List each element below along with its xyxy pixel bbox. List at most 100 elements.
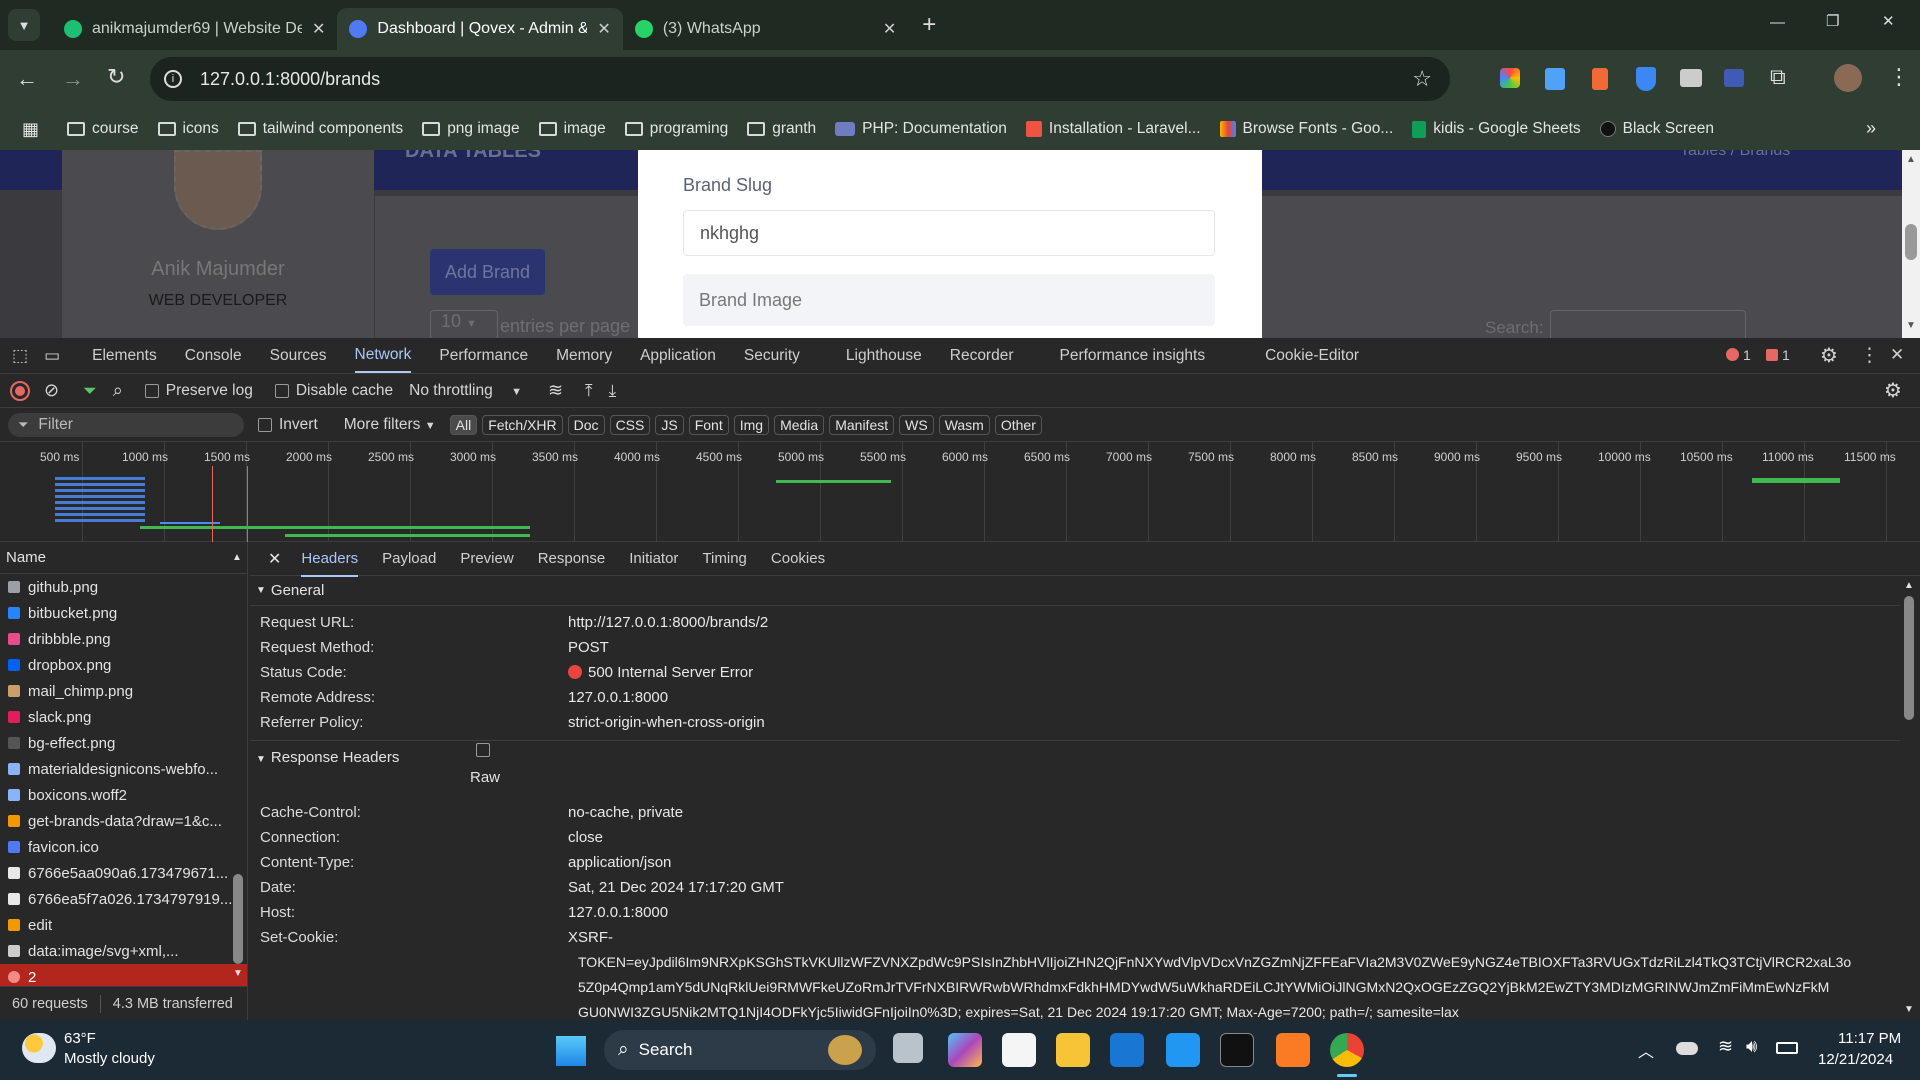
detail-tab-cookies[interactable]: Cookies <box>771 550 825 567</box>
audio-extension-icon[interactable] <box>1592 68 1608 90</box>
bookmark-google-fonts[interactable]: Browse Fonts - Goo... <box>1219 120 1393 138</box>
close-icon[interactable]: ✕ <box>597 19 610 39</box>
clear-icon[interactable]: ⊘ <box>44 380 59 401</box>
search-icon[interactable]: ⌕ <box>113 380 123 401</box>
bookmark-image[interactable]: image <box>538 120 606 138</box>
import-har-icon[interactable]: ⤒ <box>585 381 593 401</box>
tray-chevron-up-icon[interactable]: ︿ <box>1638 1038 1654 1062</box>
close-icon[interactable]: ✕ <box>883 19 896 39</box>
filter-chip-manifest[interactable]: Manifest <box>829 414 895 435</box>
bookmark-programing[interactable]: programing <box>624 120 728 138</box>
scroll-down-icon[interactable]: ▼ <box>233 968 243 979</box>
preserve-log-checkbox[interactable] <box>144 383 159 398</box>
bookmark-laravel[interactable]: Installation - Laravel... <box>1025 120 1201 138</box>
bookmark-php-docs[interactable]: PHP: Documentation <box>835 120 1007 138</box>
close-window-button[interactable]: ✕ <box>1882 12 1895 30</box>
gear-icon[interactable]: ⚙ <box>1820 343 1838 368</box>
detail-tab-response[interactable]: Response <box>538 550 606 567</box>
reload-icon[interactable]: ↻ <box>107 64 125 90</box>
network-conditions-icon[interactable]: ≋ <box>548 380 563 401</box>
issues-count-badge[interactable]: 1 <box>1766 347 1790 363</box>
request-row[interactable]: edit <box>0 912 247 938</box>
bookmark-google-sheets[interactable]: kidis - Google Sheets <box>1412 120 1581 138</box>
edit-extension-icon[interactable] <box>1724 69 1744 87</box>
browser-tab-fiverr[interactable]: anikmajumder69 | Website Dev ✕ <box>52 8 337 50</box>
filter-chip-css[interactable]: CSS <box>609 414 651 435</box>
filter-input[interactable]: ⏷ Filter <box>8 412 244 437</box>
browser-tab-dashboard[interactable]: Dashboard | Qovex - Admin & I ✕ <box>337 8 623 50</box>
detail-tab-headers[interactable]: Headers <box>301 541 359 577</box>
onedrive-cloud-icon[interactable] <box>1676 1042 1698 1055</box>
brand-slug-input[interactable]: nkhghg <box>683 210 1215 256</box>
record-stop-icon[interactable] <box>10 380 30 401</box>
name-column-header[interactable]: Name ▲ <box>0 542 247 574</box>
copilot-icon[interactable] <box>948 1033 982 1067</box>
request-row[interactable]: dribbble.png <box>0 626 247 652</box>
network-overview-timeline[interactable]: 500 ms 1000 ms 1500 ms 2000 ms 2500 ms 3000 m… <box>0 442 1920 542</box>
detail-tab-initiator[interactable]: Initiator <box>629 550 678 567</box>
request-list-scrollbar[interactable]: ▼ <box>230 574 246 984</box>
filter-chip-media[interactable]: Media <box>774 414 825 435</box>
scroll-thumb[interactable] <box>1904 596 1914 720</box>
outlook-icon[interactable] <box>1110 1033 1144 1067</box>
filter-chip-all[interactable]: All <box>449 414 478 435</box>
device-toolbar-icon[interactable]: ▭ <box>44 346 60 366</box>
filter-chip-doc[interactable]: Doc <box>567 414 605 435</box>
page-scroll-up-icon[interactable]: ▲ <box>1906 154 1916 165</box>
filter-chip-fetch-xhr[interactable]: Fetch/XHR <box>482 414 563 435</box>
file-explorer-icon[interactable] <box>1056 1033 1090 1067</box>
extension-icon-colorful[interactable] <box>1500 68 1520 88</box>
volume-icon[interactable]: 🔊︎ <box>1746 1036 1757 1057</box>
table-search-input[interactable] <box>1550 310 1746 338</box>
devtools-tab-console[interactable]: Console <box>185 347 242 365</box>
page-scroll-down-icon[interactable]: ▼ <box>1906 320 1916 331</box>
devtools-tab-security[interactable]: Security <box>744 347 800 365</box>
devtools-tab-cookie-editor[interactable]: Cookie-Editor <box>1265 347 1359 365</box>
clock-date[interactable]: 12/21/2024 <box>1818 1051 1893 1068</box>
minimize-button[interactable]: — <box>1770 14 1785 31</box>
page-scroll-thumb[interactable] <box>1905 224 1917 260</box>
devtools-tab-performance-insights[interactable]: Performance insights <box>1060 347 1206 365</box>
request-row[interactable]: 6766e5aa090a6.173479671... <box>0 860 247 886</box>
download-extension-icon[interactable] <box>1545 68 1565 90</box>
bookmark-png-image[interactable]: png image <box>422 120 520 138</box>
bookmark-granth[interactable]: granth <box>747 120 816 138</box>
request-row[interactable]: get-brands-data?draw=1&c... <box>0 808 247 834</box>
scroll-thumb[interactable] <box>233 874 243 964</box>
request-row[interactable]: bg-effect.png <box>0 730 247 756</box>
browser-tab-whatsapp[interactable]: (3) WhatsApp ✕ <box>623 8 908 50</box>
weather-cloud-icon[interactable] <box>22 1033 56 1063</box>
request-row[interactable]: dropbox.png <box>0 652 247 678</box>
apps-grid-icon[interactable]: ▦ <box>22 119 39 140</box>
clock-time[interactable]: 11:17 PM <box>1838 1030 1901 1047</box>
menu-kebab-icon[interactable]: ⋮ <box>1888 64 1910 90</box>
export-har-icon[interactable]: ⤓ <box>609 381 617 401</box>
bookmark-course[interactable]: course <box>67 120 139 138</box>
devtools-menu-kebab-icon[interactable]: ⋮ <box>1860 344 1879 367</box>
terminal-icon[interactable] <box>1220 1033 1254 1067</box>
filter-chip-wasm[interactable]: Wasm <box>938 414 990 435</box>
raw-checkbox[interactable] <box>476 743 490 757</box>
add-brand-button[interactable]: Add Brand <box>430 249 545 295</box>
more-filters-dropdown[interactable]: More filters ▼ <box>344 416 436 434</box>
microsoft-store-icon[interactable] <box>1002 1033 1036 1067</box>
puzzle-icon[interactable]: ⧉ <box>1770 64 1786 90</box>
scroll-up-icon[interactable]: ▲ <box>1904 580 1914 591</box>
devtools-tab-recorder[interactable]: Recorder <box>950 347 1014 365</box>
close-detail-icon[interactable]: ✕ <box>268 549 281 569</box>
request-row[interactable]: 6766ea5f7a026.1734797919... <box>0 886 247 912</box>
taskbar-search[interactable]: ⌕ Search <box>604 1030 876 1070</box>
chrome-icon[interactable] <box>1330 1033 1364 1067</box>
request-row[interactable]: favicon.ico <box>0 834 247 860</box>
filter-chip-other[interactable]: Other <box>994 414 1042 435</box>
brand-image-field[interactable]: Brand Image <box>683 274 1215 326</box>
wifi-icon[interactable]: ≋ <box>1718 1036 1733 1057</box>
bookmark-icons[interactable]: icons <box>157 120 219 138</box>
request-row[interactable]: 2 <box>0 964 247 986</box>
devtools-tab-lighthouse[interactable]: Lighthouse <box>846 347 922 365</box>
filter-chip-font[interactable]: Font <box>688 414 729 435</box>
filter-chip-ws[interactable]: WS <box>899 414 934 435</box>
devtools-tab-sources[interactable]: Sources <box>270 347 327 365</box>
shield-icon[interactable] <box>1636 67 1656 91</box>
throttling-select[interactable]: No throttling ▼ <box>409 382 522 400</box>
